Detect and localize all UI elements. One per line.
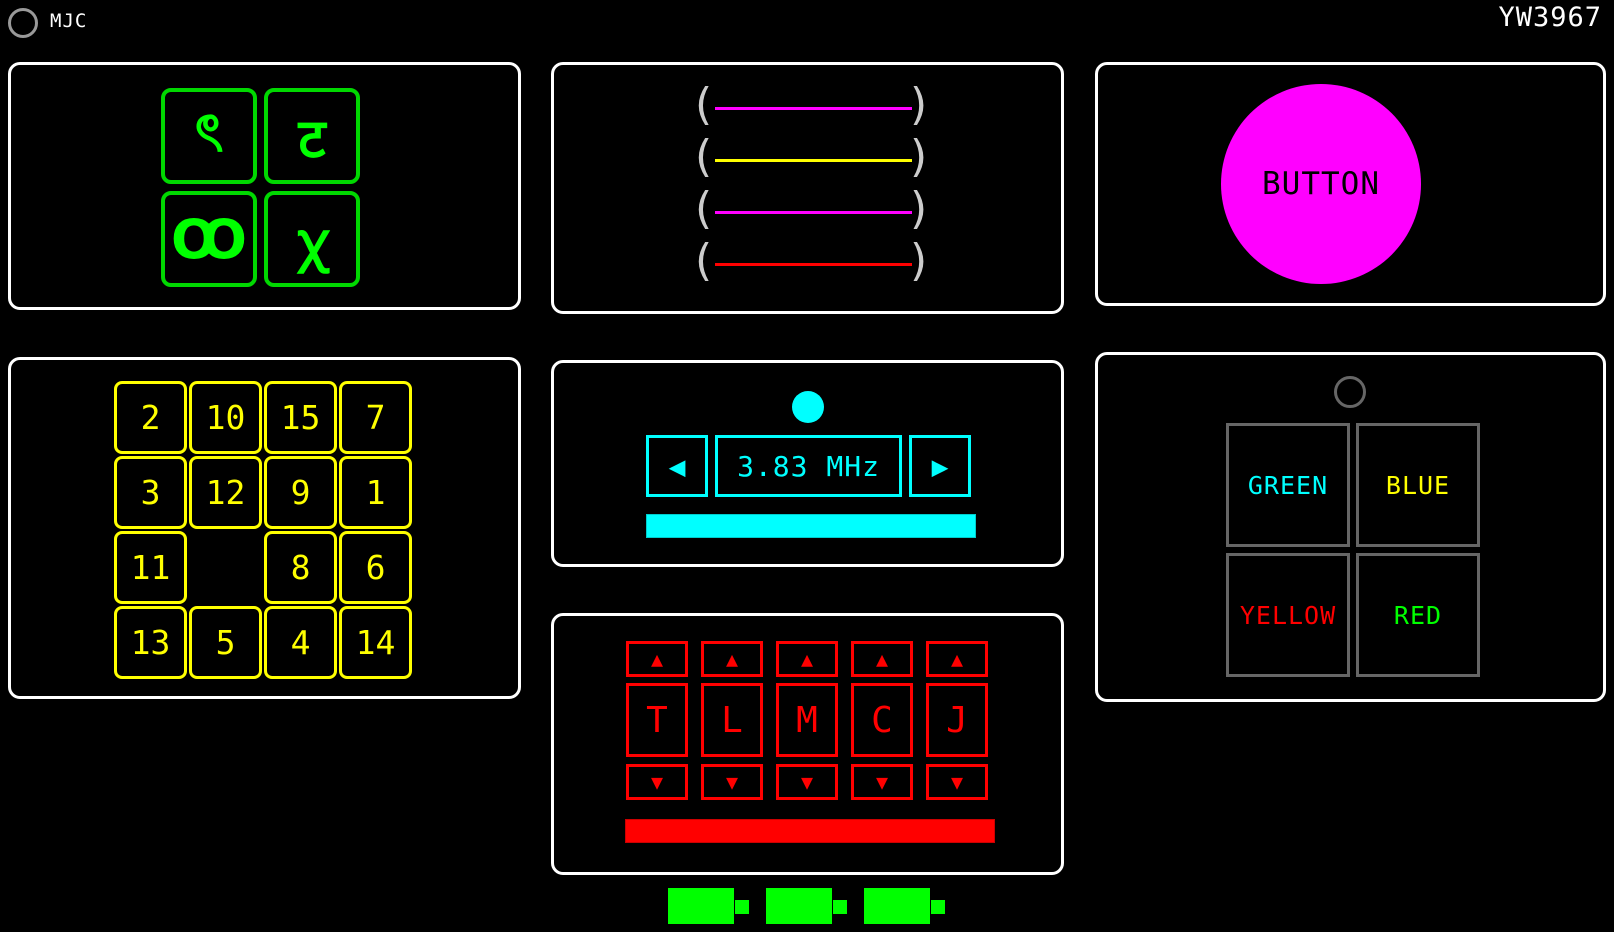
battery-terminal [833,900,847,914]
topbar-label: MJC [50,10,88,32]
letter-display: M [776,683,838,757]
puzzle-tile[interactable]: 1 [339,456,412,529]
wire-bracket-right: ) [910,79,928,130]
frequency-tuner-panel: ◀ 3.83 MHz ▶ [551,360,1064,567]
letter-display: T [626,683,688,757]
puzzle-tile[interactable]: 9 [264,456,337,529]
wire-bracket-right: ) [910,183,928,234]
wire-bracket-right: ) [910,235,928,286]
frequency-down-button[interactable]: ◀ [646,435,708,497]
puzzle-tile[interactable]: 7 [339,381,412,454]
tuner-status-light [792,391,824,423]
letter-display: C [851,683,913,757]
letter-down-button[interactable]: ▼ [626,764,688,800]
letter-lock-panel: ▲ T ▼ ▲ L ▼ ▲ M ▼ ▲ C ▼ ▲ J ▼ [551,613,1064,875]
battery-icon [766,888,832,924]
puzzle-tile[interactable]: 13 [114,606,187,679]
letter-up-button[interactable]: ▲ [851,641,913,677]
letter-down-button[interactable]: ▼ [851,764,913,800]
wires-panel: () () () () [551,62,1064,314]
letter-lock-progress-fill [626,820,994,842]
status-indicator-circle [8,8,38,38]
frequency-up-button[interactable]: ▶ [909,435,971,497]
color-grid-panel: GREEN BLUE YELLOW RED [1095,352,1606,702]
wire-4[interactable] [715,263,912,266]
battery-terminal [931,900,945,914]
wire-bracket-left: ( [695,183,713,234]
letter-display: L [701,683,763,757]
glyph-button-3[interactable]: Ꝏ [161,191,257,287]
wire-bracket-left: ( [695,235,713,286]
wire-bracket-right: ) [910,131,928,182]
letter-down-button[interactable]: ▼ [701,764,763,800]
glyph-button-4[interactable]: ꭓ [264,191,360,287]
color-cell-top-left[interactable]: GREEN [1226,423,1350,547]
tuner-progress-track [646,514,976,538]
puzzle-tile[interactable]: 2 [114,381,187,454]
glyph-button-1[interactable]: ৎ [161,88,257,184]
wire-bracket-left: ( [695,131,713,182]
puzzle-tile[interactable]: 8 [264,531,337,604]
battery-icon [668,888,734,924]
letter-down-button[interactable]: ▼ [926,764,988,800]
puzzle-tile[interactable]: 15 [264,381,337,454]
puzzle-tile[interactable]: 6 [339,531,412,604]
color-cell-top-right[interactable]: BLUE [1356,423,1480,547]
puzzle-tile[interactable]: 4 [264,606,337,679]
puzzle-tile[interactable]: 5 [189,606,262,679]
battery-terminal [735,900,749,914]
glyph-keypad-panel: ৎ ट Ꝏ ꭓ [8,62,521,310]
letter-display: J [926,683,988,757]
letter-down-button[interactable]: ▼ [776,764,838,800]
sliding-puzzle-panel: 2 10 15 7 3 12 9 1 11 8 6 13 5 4 14 [8,357,521,699]
wire-3[interactable] [715,211,912,214]
letter-lock-progress-track [625,819,995,843]
puzzle-tile[interactable]: 12 [189,456,262,529]
wire-1[interactable] [715,107,912,110]
puzzle-tile[interactable]: 11 [114,531,187,604]
frequency-display: 3.83 MHz [715,435,902,497]
color-grid-status-light [1334,376,1366,408]
puzzle-tile[interactable]: 3 [114,456,187,529]
puzzle-tile[interactable]: 10 [189,381,262,454]
puzzle-tile[interactable]: 14 [339,606,412,679]
letter-up-button[interactable]: ▲ [626,641,688,677]
color-cell-bottom-left[interactable]: YELLOW [1226,553,1350,677]
letter-up-button[interactable]: ▲ [926,641,988,677]
letter-up-button[interactable]: ▲ [776,641,838,677]
big-button[interactable]: BUTTON [1221,84,1421,284]
serial-id: YW3967 [1498,2,1602,33]
battery-icon [864,888,930,924]
letter-up-button[interactable]: ▲ [701,641,763,677]
wire-2[interactable] [715,159,912,162]
color-cell-bottom-right[interactable]: RED [1356,553,1480,677]
wire-bracket-left: ( [695,79,713,130]
tuner-progress-fill [647,515,975,537]
glyph-button-2[interactable]: ट [264,88,360,184]
